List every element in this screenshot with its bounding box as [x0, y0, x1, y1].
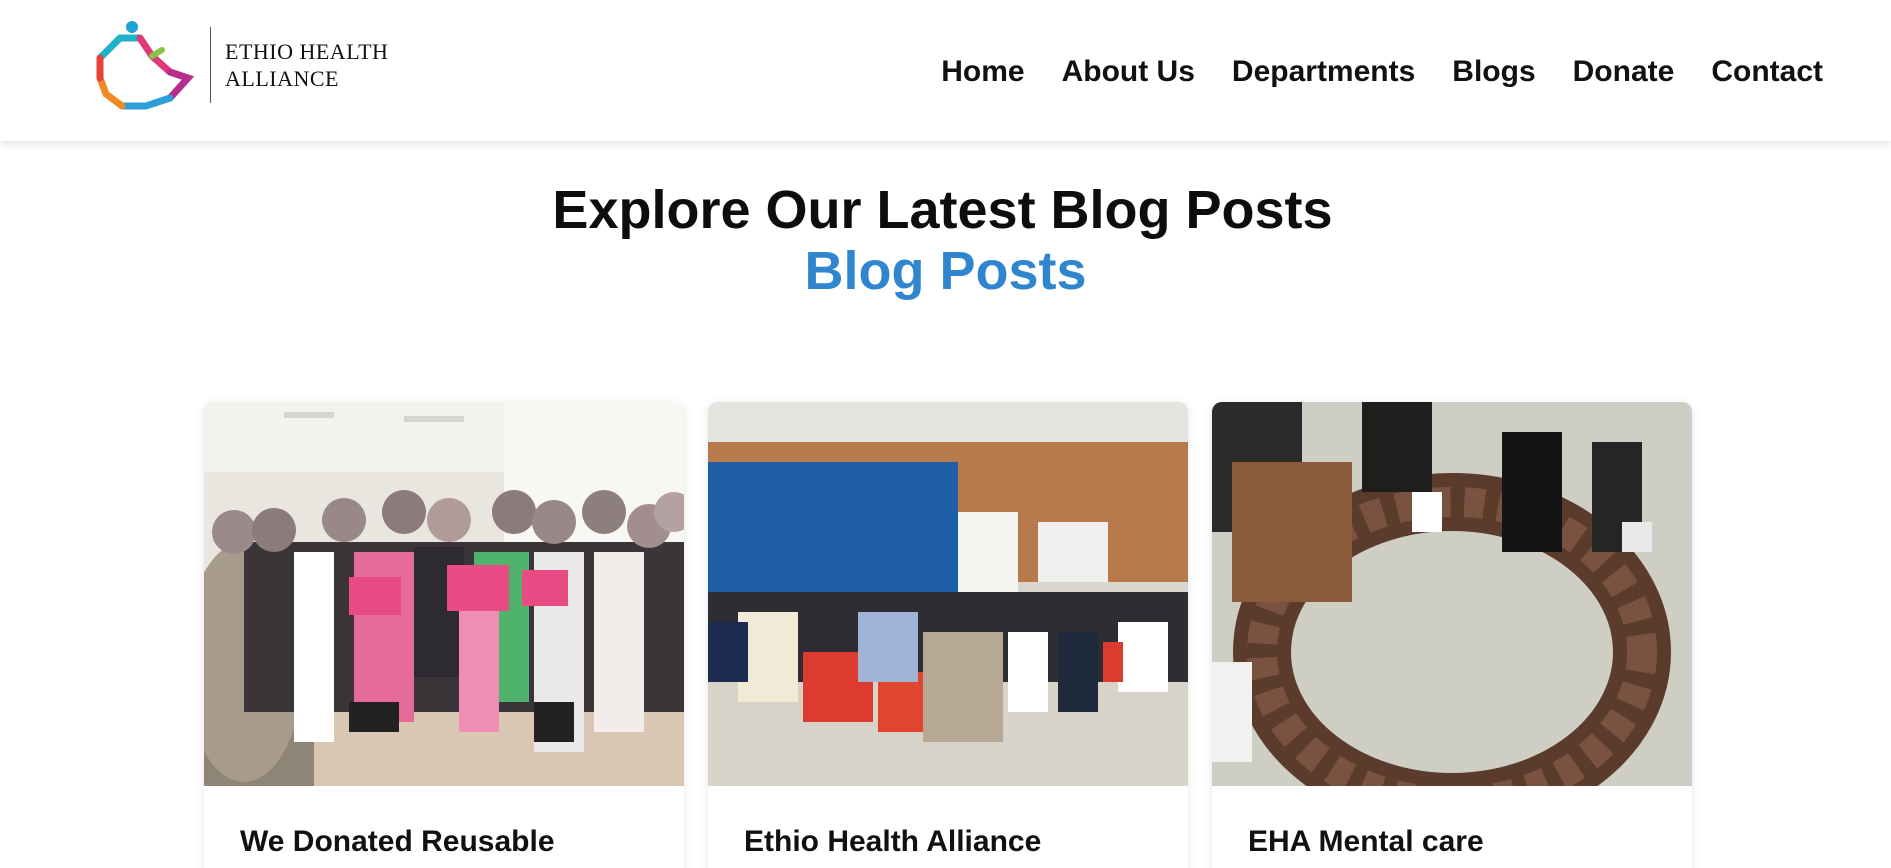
nav-blogs[interactable]: Blogs [1452, 50, 1535, 94]
blog-card-body: EHA Mental care [1212, 786, 1692, 860]
group-holding-pink-certificates-photo[interactable] [204, 402, 684, 786]
nav-departments[interactable]: Departments [1232, 50, 1415, 94]
circle-of-fists-photo[interactable] [1212, 402, 1692, 786]
blog-card[interactable]: We Donated Reusable [204, 402, 684, 868]
logo-line-2: ALLIANCE [225, 66, 339, 91]
nav-about-us[interactable]: About Us [1062, 50, 1195, 94]
nav-contact[interactable]: Contact [1711, 50, 1823, 94]
blog-card[interactable]: EHA Mental care [1212, 402, 1692, 868]
site-logo[interactable]: ETHIO HEALTH ALLIANCE [92, 20, 388, 110]
logo-divider [210, 27, 211, 103]
logo-text: ETHIO HEALTH ALLIANCE [225, 38, 388, 92]
blog-card-title[interactable]: Ethio Health Alliance [744, 824, 1152, 860]
page-subtitle: Blog Posts [804, 241, 1087, 301]
blog-card-title[interactable]: We Donated Reusable [240, 824, 648, 860]
blog-card-title[interactable]: EHA Mental care [1248, 824, 1656, 860]
nav-donate[interactable]: Donate [1573, 50, 1675, 94]
seated-audience-hall-photo[interactable] [708, 402, 1188, 786]
main-nav: Home About Us Departments Blogs Donate C… [941, 50, 1823, 94]
blog-hero: Explore Our Latest Blog Posts Blog Posts [0, 180, 1891, 302]
site-header: ETHIO HEALTH ALLIANCE Home About Us Depa… [0, 0, 1891, 141]
logo-line-1: ETHIO HEALTH [225, 39, 389, 64]
ethio-health-alliance-logo-icon [96, 21, 195, 110]
blog-post-list: We Donated Reusable Ethio Health Allianc… [204, 402, 1692, 868]
blog-card-body: Ethio Health Alliance [708, 786, 1188, 860]
nav-home[interactable]: Home [941, 50, 1024, 94]
blog-card[interactable]: Ethio Health Alliance [708, 402, 1188, 868]
page-title: Explore Our Latest Blog Posts [552, 180, 1333, 240]
blog-card-body: We Donated Reusable [204, 786, 684, 860]
